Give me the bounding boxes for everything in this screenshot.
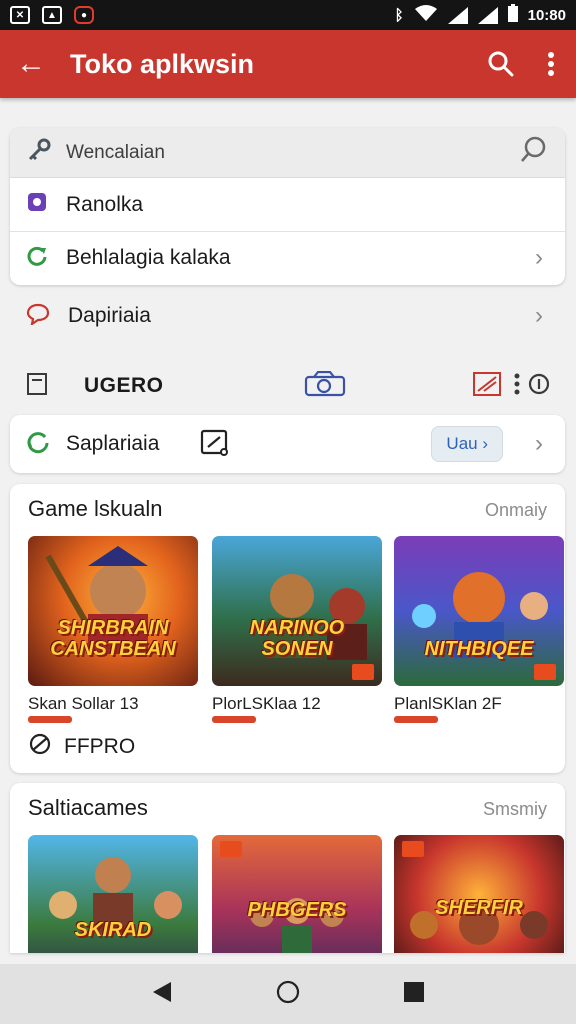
chevron-right-icon: › xyxy=(535,430,543,457)
page-title: Toko aplkwsin xyxy=(70,48,255,79)
back-arrow-icon[interactable]: ← xyxy=(0,49,62,79)
rating-tag xyxy=(28,716,72,723)
camera-icon[interactable] xyxy=(304,370,346,402)
refresh-icon xyxy=(26,245,48,272)
chevron-right-icon: › xyxy=(535,244,543,271)
image-notification-icon: ▲ xyxy=(42,6,62,24)
section-title: Saltiacames xyxy=(28,795,148,820)
game-art-title: NITHBIQEE xyxy=(424,638,534,660)
game-card-6[interactable]: SHERFIR xyxy=(394,835,564,953)
battery-icon xyxy=(507,4,518,26)
games-section-1: Game lskualn Onmaiy SHIRBRAIN CANSTBEAN … xyxy=(10,484,565,773)
signal-icon-2 xyxy=(477,6,498,24)
game-card-3[interactable]: NITHBIQEE xyxy=(394,536,564,686)
signal-icon-1 xyxy=(447,6,468,24)
chat-bubble-icon xyxy=(26,303,50,330)
link-icon xyxy=(28,732,52,761)
game-card-5[interactable]: PHBGERS xyxy=(212,835,382,953)
menu-item-label: Dapiriaia xyxy=(68,304,151,327)
game-name: PlanlSKlan 2F xyxy=(394,694,502,713)
fpro-row[interactable]: FFPRO xyxy=(10,722,565,771)
crop-icon[interactable] xyxy=(199,426,231,463)
menu-item-dapiriaia[interactable]: Dapiriaia › xyxy=(10,290,565,342)
menu-item-label: Behlalagia kalaka xyxy=(66,246,231,269)
game-art-title: SHIRBRAIN CANSTBEAN xyxy=(50,617,176,660)
menu-card: Wencalaian Ranolka Behlalagia kalaka › xyxy=(10,128,565,285)
game-card-2[interactable]: NARINOO SONEN xyxy=(212,536,382,686)
tool-row: UGERO xyxy=(10,360,565,412)
new-badge-icon xyxy=(534,664,556,680)
new-badge-icon xyxy=(220,841,242,857)
wifi-icon xyxy=(414,4,438,26)
saplariaia-label: Saplariaia xyxy=(66,432,160,455)
circle-arrows-icon xyxy=(26,430,50,459)
section-more-link[interactable]: Onmaiy xyxy=(485,500,547,521)
clock: 10:80 xyxy=(527,6,566,24)
tool-label: UGERO xyxy=(84,374,164,397)
bluetooth-icon: ᛒ xyxy=(394,6,404,24)
rating-tag xyxy=(212,716,256,723)
puzzle-icon xyxy=(26,191,48,218)
game-art-title: SHERFIR xyxy=(435,897,523,919)
game-art-title: SKIRAD xyxy=(74,919,152,941)
new-badge-icon xyxy=(402,841,424,857)
system-nav-bar xyxy=(0,964,576,1024)
game-name: Skan Sollar 13 xyxy=(28,694,139,713)
game-art-title: PHBGERS xyxy=(247,899,347,921)
new-badge-icon xyxy=(352,664,374,680)
nav-back-icon[interactable] xyxy=(151,980,173,1009)
game-name: PlorLSKlaa 12 xyxy=(212,694,321,713)
app-bar: ← Toko aplkwsin xyxy=(0,30,576,98)
app-notification-icon: ● xyxy=(74,6,94,24)
document-icon[interactable] xyxy=(26,372,48,401)
nav-recents-icon[interactable] xyxy=(403,981,425,1008)
game-card-4[interactable]: SKIRAD xyxy=(28,835,198,953)
status-bar: ✕ ▲ ● ᛒ 10:80 xyxy=(0,0,576,30)
section-more-link[interactable]: Smsmiy xyxy=(483,799,547,820)
more-vert-icon[interactable] xyxy=(513,372,550,401)
search-input[interactable]: Wencalaian xyxy=(66,142,519,164)
saplariaia-row[interactable]: Saplariaia Uau › › xyxy=(10,415,565,473)
chevron-right-icon: › xyxy=(535,302,543,329)
search-icon[interactable] xyxy=(476,51,526,77)
search-icon[interactable] xyxy=(519,135,549,170)
search-field[interactable]: Wencalaian xyxy=(10,128,565,178)
key-icon xyxy=(26,137,52,168)
games-section-2: Saltiacames Smsmiy SKIRAD PHBGERS SHERFI… xyxy=(10,783,565,953)
gallery-notification-icon: ✕ xyxy=(10,6,30,24)
menu-item-ranolka[interactable]: Ranolka xyxy=(10,178,565,231)
section-title: Game lskualn xyxy=(28,496,163,521)
menu-item-label: Ranolka xyxy=(66,192,144,216)
edit-icon[interactable] xyxy=(472,371,502,402)
action-pill-button[interactable]: Uau › xyxy=(431,426,503,462)
menu-item-behlalagia[interactable]: Behlalagia kalaka › xyxy=(10,231,565,284)
more-vert-icon[interactable] xyxy=(526,52,576,76)
game-art-title: NARINOO SONEN xyxy=(249,617,345,660)
game-card-1[interactable]: SHIRBRAIN CANSTBEAN xyxy=(28,536,198,686)
rating-tag xyxy=(394,716,438,723)
fpro-label: FFPRO xyxy=(64,734,136,758)
nav-home-icon[interactable] xyxy=(275,979,301,1010)
